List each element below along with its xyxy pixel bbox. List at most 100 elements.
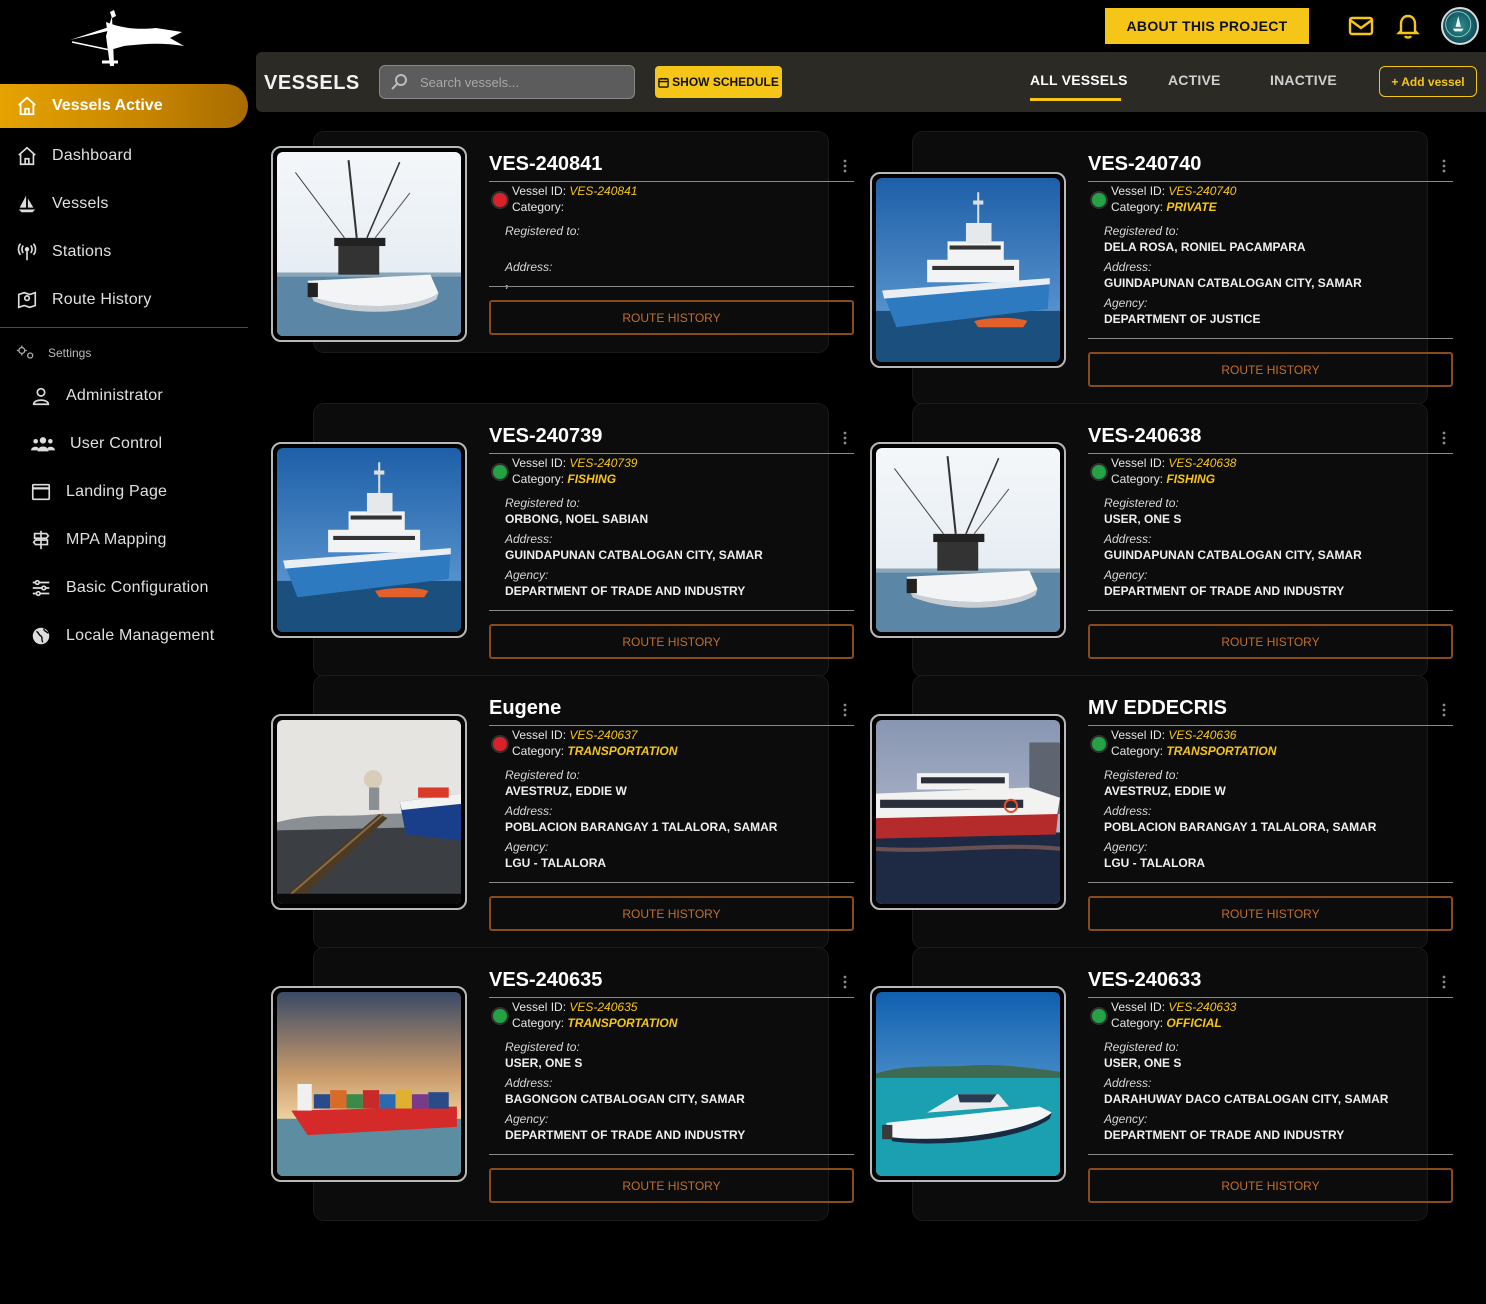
registered-to-label: Registered to:: [1104, 768, 1179, 782]
route-history-button[interactable]: ROUTE HISTORY: [1088, 352, 1453, 387]
bell-icon[interactable]: [1395, 12, 1421, 40]
status-indicator: [491, 1007, 509, 1025]
vessel-photo: [271, 986, 467, 1182]
route-history-button[interactable]: ROUTE HISTORY: [489, 300, 854, 335]
route-history-button[interactable]: ROUTE HISTORY: [1088, 1168, 1453, 1203]
nav-locale-management[interactable]: Locale Management: [30, 616, 248, 656]
vessel-card: MV EDDECRIS Vessel ID: VES-240636 Catego…: [870, 676, 1453, 948]
vessel-card: VES-240739 Vessel ID: VES-240739 Categor…: [271, 404, 854, 676]
title-divider: [1088, 453, 1453, 454]
nav-vessels[interactable]: Vessels: [0, 184, 248, 224]
agency-label: Agency:: [1104, 296, 1148, 310]
more-options-icon[interactable]: [842, 430, 848, 446]
status-indicator: [491, 735, 509, 753]
home-icon: [18, 146, 36, 166]
card-divider: [489, 882, 854, 883]
vessel-id: Vessel ID: VES-240637: [512, 728, 638, 742]
registered-to-label: Registered to:: [1104, 224, 1179, 238]
nav-label: Dashboard: [52, 147, 133, 164]
nav-route-history[interactable]: Route History: [0, 280, 248, 320]
address-value: GUINDAPUNAN CATBALOGAN CITY, SAMAR: [1104, 548, 1362, 562]
sliders-icon: [32, 579, 50, 597]
more-options-icon[interactable]: [842, 158, 848, 174]
map-pin-icon: [17, 291, 37, 309]
address-value: DARAHUWAY DACO CATBALOGAN CITY, SAMAR: [1104, 1092, 1389, 1106]
vessel-category: Category: TRANSPORTATION: [512, 1016, 678, 1030]
address-value: BAGONGON CATBALOGAN CITY, SAMAR: [505, 1092, 745, 1106]
address-label: Address:: [505, 532, 553, 546]
route-history-button[interactable]: ROUTE HISTORY: [489, 624, 854, 659]
more-options-icon[interactable]: [1441, 974, 1447, 990]
registered-to-value: AVESTRUZ, EDDIE W: [505, 784, 627, 798]
add-vessel-button[interactable]: + Add vessel: [1379, 66, 1477, 97]
home-icon: [18, 96, 36, 116]
registered-to-label: Registered to:: [505, 496, 580, 510]
vessel-category: Category: PRIVATE: [1111, 200, 1217, 214]
search-box[interactable]: [379, 65, 635, 99]
title-divider: [489, 453, 854, 454]
address-value: POBLACION BARANGAY 1 TALALORA, SAMAR: [505, 820, 778, 834]
registered-to-value: ORBONG, NOEL SABIAN: [505, 512, 649, 526]
nav-mpa-mapping[interactable]: MPA Mapping: [30, 520, 248, 560]
registered-to-value: USER, ONE S: [505, 1056, 583, 1070]
avatar-emblem-icon: [1445, 11, 1472, 38]
nav-user-control[interactable]: User Control: [30, 424, 248, 464]
more-options-icon[interactable]: [1441, 702, 1447, 718]
more-options-icon[interactable]: [1441, 430, 1447, 446]
route-history-button[interactable]: ROUTE HISTORY: [1088, 896, 1453, 931]
nav-stations[interactable]: Stations: [0, 232, 248, 272]
agency-value: LGU - TALALORA: [505, 856, 607, 870]
show-schedule-button[interactable]: SHOW SCHEDULE: [655, 66, 782, 98]
nav-basic-configuration[interactable]: Basic Configuration: [30, 568, 248, 608]
tab-inactive[interactable]: INACTIVE: [1270, 72, 1337, 88]
tab-active-indicator: [1030, 98, 1121, 101]
vessel-photo: [870, 986, 1066, 1182]
nav-administrator[interactable]: Administrator: [30, 376, 248, 416]
address-label: Address:: [505, 804, 553, 818]
sailboat-icon: [18, 195, 36, 213]
search-input[interactable]: [420, 74, 620, 90]
address-value: ,: [505, 276, 509, 290]
vessel-category: Category: TRANSPORTATION: [512, 744, 678, 758]
nav-landing-page[interactable]: Landing Page: [30, 472, 248, 512]
avatar[interactable]: [1441, 7, 1479, 45]
nav-vessels-active[interactable]: Vessels Active: [0, 84, 248, 128]
agency-value: DEPARTMENT OF TRADE AND INDUSTRY: [505, 1128, 746, 1142]
card-divider: [1088, 882, 1453, 883]
nav-dashboard[interactable]: Dashboard: [0, 136, 248, 176]
about-project-button[interactable]: ABOUT THIS PROJECT: [1105, 8, 1309, 44]
vessel-id: Vessel ID: VES-240635: [512, 1000, 638, 1014]
card-divider: [489, 610, 854, 611]
vessel-name: VES-240633: [1088, 969, 1202, 991]
mail-icon[interactable]: [1348, 14, 1374, 38]
agency-value: DEPARTMENT OF TRADE AND INDUSTRY: [505, 584, 746, 598]
status-indicator: [491, 463, 509, 481]
card-divider: [1088, 610, 1453, 611]
more-options-icon[interactable]: [1441, 158, 1447, 174]
route-history-button[interactable]: ROUTE HISTORY: [489, 1168, 854, 1203]
title-divider: [1088, 997, 1453, 998]
tab-all-vessels[interactable]: ALL VESSELS: [1030, 72, 1128, 88]
address-label: Address:: [1104, 260, 1152, 274]
more-options-icon[interactable]: [842, 974, 848, 990]
vessel-name: MV EDDECRIS: [1088, 697, 1227, 719]
nav-label: MPA Mapping: [66, 531, 167, 548]
route-history-button[interactable]: ROUTE HISTORY: [489, 896, 854, 931]
search-icon: [391, 74, 407, 90]
vessels-header-bar: VESSELS SHOW SCHEDULE ALL VESSELS ACTIVE…: [256, 52, 1486, 112]
nav-label: Administrator: [66, 387, 163, 404]
vessel-category: Category: FISHING: [512, 472, 617, 486]
vessel-id: Vessel ID: VES-240638: [1111, 456, 1237, 470]
status-indicator: [1090, 191, 1108, 209]
route-history-button[interactable]: ROUTE HISTORY: [1088, 624, 1453, 659]
nav-label: Landing Page: [66, 483, 168, 500]
vessel-name: VES-240739: [489, 425, 603, 447]
vessel-id: Vessel ID: VES-240633: [1111, 1000, 1237, 1014]
vessel-name: VES-240635: [489, 969, 603, 991]
tab-active[interactable]: ACTIVE: [1168, 72, 1221, 88]
more-options-icon[interactable]: [842, 702, 848, 718]
vessel-card: VES-240638 Vessel ID: VES-240638 Categor…: [870, 404, 1453, 676]
nav-label: Vessels Active: [52, 97, 163, 114]
registered-to-value: AVESTRUZ, EDDIE W: [1104, 784, 1226, 798]
registered-to-label: Registered to:: [505, 768, 580, 782]
